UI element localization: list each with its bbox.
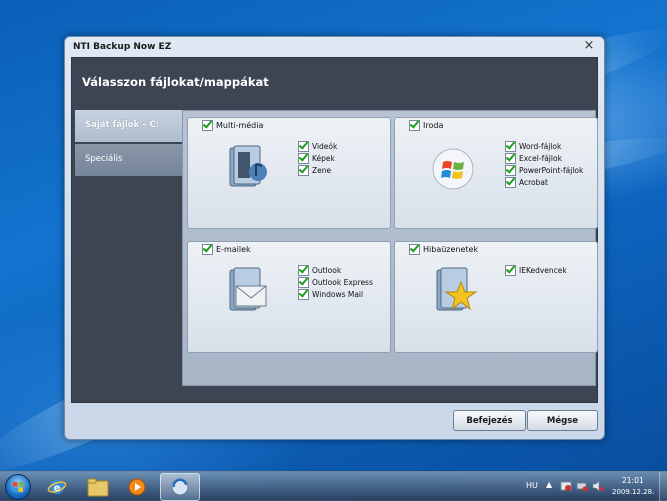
- group-label: Iroda: [423, 121, 444, 130]
- windows-logo-icon: [432, 148, 474, 190]
- selection-panel: Multi-média Videók Képek Zene Iroda Word…: [182, 110, 598, 386]
- group-emails: E-mailek Outlook Outlook Express Windows…: [187, 241, 391, 353]
- group-items: Word-fájlok Excel-fájlok PowerPoint-fájl…: [505, 140, 583, 188]
- group-checkbox-error-messages[interactable]: Hibaüzenetek: [409, 244, 478, 255]
- checkbox-icon[interactable]: [298, 140, 309, 152]
- checkbox-excel-files[interactable]: Excel-fájlok: [505, 152, 583, 164]
- titlebar[interactable]: NTI Backup Now EZ ×: [65, 37, 604, 57]
- item-label: Excel-fájlok: [519, 153, 562, 163]
- checkbox-windows-mail[interactable]: Windows Mail: [298, 288, 373, 300]
- item-label: Windows Mail: [312, 289, 364, 299]
- checkbox-icon[interactable]: [202, 244, 213, 255]
- checkbox-music[interactable]: Zene: [298, 164, 337, 176]
- checkbox-icon[interactable]: [409, 244, 420, 255]
- group-items: Videók Képek Zene: [298, 140, 337, 176]
- sidebar-item-my-files[interactable]: Saját fájlok – C:: [75, 110, 182, 142]
- content-area: Válasszon fájlokat/mappákat Saját fájlok…: [71, 57, 598, 403]
- checkbox-icon[interactable]: [505, 176, 516, 188]
- item-label: Videók: [312, 141, 338, 151]
- show-hidden-icons-icon[interactable]: ▲: [546, 480, 552, 489]
- checkbox-powerpoint-files[interactable]: PowerPoint-fájlok: [505, 164, 583, 176]
- checkbox-outlook-express[interactable]: Outlook Express: [298, 276, 373, 288]
- network-icon[interactable]: [576, 480, 588, 492]
- checkbox-word-files[interactable]: Word-fájlok: [505, 140, 583, 152]
- checkbox-icon[interactable]: [298, 276, 309, 288]
- group-office: Iroda Word-fájlok Excel-fájlok PowerPoin…: [394, 117, 598, 229]
- explorer-icon[interactable]: [87, 477, 109, 497]
- item-label: Zene: [312, 165, 332, 175]
- sidebar-item-special[interactable]: Speciális: [75, 144, 182, 176]
- nti-backup-icon[interactable]: [160, 473, 200, 501]
- clock-date[interactable]: 2009.12.28.: [612, 488, 654, 496]
- language-indicator[interactable]: HU: [526, 481, 538, 490]
- app-window: NTI Backup Now EZ × Válasszon fájlokat/m…: [64, 36, 605, 440]
- item-label: PowerPoint-fájlok: [519, 165, 584, 175]
- group-label: Hibaüzenetek: [423, 245, 479, 254]
- ie-icon[interactable]: e: [47, 477, 67, 497]
- finish-button-label: Befejezés: [466, 415, 513, 426]
- group-label: Multi-média: [216, 121, 264, 130]
- svg-text:e: e: [54, 483, 61, 494]
- favorites-folder-icon: [436, 267, 478, 311]
- group-checkbox-multimedia[interactable]: Multi-média: [202, 120, 263, 131]
- sidebar: Saját fájlok – C: Speciális: [75, 110, 182, 180]
- group-items: IEKedvencek: [505, 264, 567, 276]
- group-error-messages: Hibaüzenetek IEKedvencek: [394, 241, 598, 353]
- finish-button[interactable]: Befejezés: [453, 410, 526, 431]
- media-folder-icon: [229, 145, 267, 187]
- clock-time[interactable]: 21:01: [622, 476, 644, 485]
- item-label: Outlook Express: [312, 277, 373, 287]
- group-checkbox-office[interactable]: Iroda: [409, 120, 443, 131]
- taskbar: e HU ▲ 21:01 2009.12.28.: [0, 471, 667, 501]
- volume-icon[interactable]: [592, 480, 604, 492]
- checkbox-icon[interactable]: [505, 264, 516, 276]
- cancel-button-label: Mégse: [546, 415, 579, 426]
- show-desktop-button[interactable]: [659, 472, 667, 501]
- item-label: Word-fájlok: [519, 141, 562, 151]
- checkbox-icon[interactable]: [409, 120, 420, 131]
- mail-folder-icon: [229, 267, 267, 311]
- checkbox-icon[interactable]: [505, 152, 516, 164]
- checkbox-icon[interactable]: [505, 140, 516, 152]
- checkbox-outlook[interactable]: Outlook: [298, 264, 373, 276]
- checkbox-icon[interactable]: [298, 288, 309, 300]
- checkbox-acrobat[interactable]: Acrobat: [505, 176, 583, 188]
- page-title: Válasszon fájlokat/mappákat: [82, 75, 269, 89]
- window-title: NTI Backup Now EZ: [73, 42, 172, 52]
- group-items: Outlook Outlook Express Windows Mail: [298, 264, 373, 300]
- sidebar-item-label: Speciális: [85, 154, 123, 164]
- action-center-icon[interactable]: [560, 480, 572, 492]
- media-player-icon[interactable]: [127, 477, 147, 497]
- checkbox-icon[interactable]: [298, 152, 309, 164]
- item-label: Képek: [312, 153, 335, 163]
- cancel-button[interactable]: Mégse: [527, 410, 598, 431]
- checkbox-icon[interactable]: [298, 164, 309, 176]
- checkbox-icon[interactable]: [298, 264, 309, 276]
- checkbox-ie-favorites[interactable]: IEKedvencek: [505, 264, 567, 276]
- start-orb-icon[interactable]: [5, 474, 31, 500]
- group-checkbox-emails[interactable]: E-mailek: [202, 244, 251, 255]
- item-label: Outlook: [312, 265, 342, 275]
- group-multimedia: Multi-média Videók Képek Zene: [187, 117, 391, 229]
- close-button[interactable]: ×: [582, 39, 596, 53]
- item-label: IEKedvencek: [519, 265, 567, 275]
- checkbox-icon[interactable]: [505, 164, 516, 176]
- item-label: Acrobat: [519, 177, 548, 187]
- checkbox-icon[interactable]: [202, 120, 213, 131]
- group-label: E-mailek: [216, 245, 251, 254]
- sidebar-item-label: Saját fájlok – C:: [85, 120, 160, 130]
